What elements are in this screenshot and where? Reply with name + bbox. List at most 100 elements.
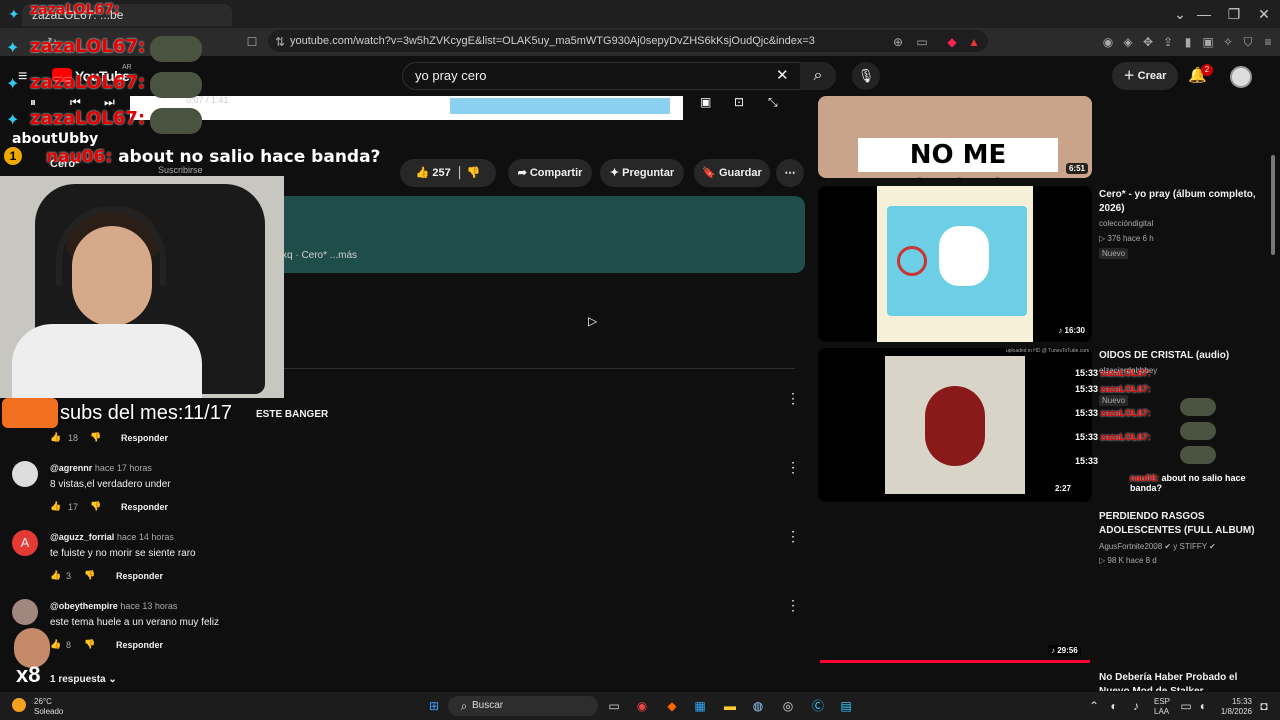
webcam-overlay xyxy=(0,176,284,398)
reply-button[interactable]: Responder xyxy=(121,433,168,443)
extension-icon[interactable]: ◈ xyxy=(1120,34,1136,50)
comment-like-icon[interactable]: 👍 xyxy=(50,432,61,443)
discord-icon[interactable]: ◐ xyxy=(1106,698,1122,714)
rewards-icon[interactable]: ▲ xyxy=(966,34,982,50)
puzzle-icon[interactable]: ✥ xyxy=(1140,34,1156,50)
brave-shield-icon[interactable]: ◆ xyxy=(944,34,960,50)
comment-menu-icon[interactable]: ⋮ xyxy=(786,528,800,545)
close-window-button[interactable]: ✕ xyxy=(1248,0,1280,28)
comment-like-icon[interactable]: 👍 xyxy=(50,501,61,512)
tray-chevron-icon[interactable]: ⌃ xyxy=(1086,698,1102,714)
minimize-button[interactable]: — xyxy=(1188,0,1220,28)
comment-handle[interactable]: @obeythempire hace 13 horas xyxy=(50,601,177,611)
app-icon[interactable]: Ⓒ xyxy=(810,698,826,714)
leo-icon[interactable]: ✧ xyxy=(1220,34,1236,50)
reply-button[interactable]: Responder xyxy=(116,571,163,581)
miniplayer-icon[interactable]: ▣ xyxy=(700,95,711,109)
cast-icon[interactable]: ▭ xyxy=(914,34,930,50)
video-title[interactable]: OIDOS DE CRISTAL (audio) xyxy=(1099,349,1259,363)
maximize-button[interactable]: ❐ xyxy=(1218,0,1250,28)
store-icon[interactable]: ▦ xyxy=(692,698,708,714)
weather-desc[interactable]: Soleado xyxy=(34,707,63,716)
avatar[interactable]: A xyxy=(12,530,38,556)
save-button[interactable]: 🔖 Guardar xyxy=(694,159,770,187)
sparkle-icon: ✦ xyxy=(6,76,20,93)
clock-time[interactable]: 15:33 xyxy=(1226,697,1252,706)
mic-tray-icon[interactable]: ♪ xyxy=(1128,698,1144,714)
badge-icon: 1 xyxy=(4,147,22,165)
scrollbar-thumb[interactable] xyxy=(1271,155,1275,255)
sidebar-icon[interactable]: ▮ xyxy=(1180,34,1196,50)
windows-start-icon[interactable]: ⊞ xyxy=(426,698,442,714)
sparkle-icon: ✦ xyxy=(609,167,620,179)
avatar[interactable] xyxy=(12,599,38,625)
notepad-icon[interactable]: ▤ xyxy=(838,698,854,714)
comment-like-icon[interactable]: 👍 xyxy=(50,570,61,581)
fullscreen-icon[interactable]: ⤡ xyxy=(768,95,778,110)
weather-icon[interactable] xyxy=(12,698,26,712)
task-view-icon[interactable]: ▭ xyxy=(606,698,622,714)
lang-indicator[interactable]: ESP xyxy=(1154,697,1170,706)
weather-temp[interactable]: 26°C xyxy=(34,697,52,706)
obs-icon[interactable]: ◎ xyxy=(780,698,796,714)
clock-date[interactable]: 1/8/2026 xyxy=(1216,707,1252,716)
video-title[interactable]: PERDIENDO RASGOS ADOLESCENTES (FULL ALBU… xyxy=(1099,510,1259,538)
video-thumbnail[interactable]: uploaded in HD @ TunesToTube.com 2:27 xyxy=(818,348,1092,502)
channel-name[interactable]: coleccióndigital xyxy=(1099,219,1153,228)
reply-button[interactable]: Responder xyxy=(121,502,168,512)
comment-handle[interactable]: @aguzz_forrial hace 14 horas xyxy=(50,532,174,542)
ask-button[interactable]: ✦ Preguntar xyxy=(600,159,684,187)
sparkle-icon: ✦ xyxy=(6,112,20,129)
comment-like-icon[interactable]: 👍 xyxy=(50,639,61,650)
comment-menu-icon[interactable]: ⋮ xyxy=(786,459,800,476)
chrome-icon[interactable]: ◉ xyxy=(634,698,650,714)
watch-progress-bar xyxy=(820,660,1090,663)
folder-icon[interactable]: ▬ xyxy=(722,698,738,714)
zoom-icon[interactable]: ⊕ xyxy=(890,34,906,50)
video-title[interactable]: No Debería Haber Probado el Nuevo Mod de… xyxy=(1099,671,1259,691)
replies-toggle[interactable]: 1 respuesta ⌄ xyxy=(50,674,117,685)
menu-icon[interactable]: ≡ xyxy=(1260,34,1276,50)
vpn-icon[interactable]: ⛉ xyxy=(1240,34,1256,50)
comment-menu-icon[interactable]: ⋮ xyxy=(786,597,800,614)
notification-center-icon[interactable]: ◘ xyxy=(1256,698,1272,714)
share-button[interactable]: ➦ Compartir xyxy=(508,159,592,187)
comment-dislike-icon[interactable]: 👎 xyxy=(90,432,101,443)
url-field[interactable]: youtube.com/watch?v=3w5hZVKcygE&list=OLA… xyxy=(268,30,988,52)
clear-search-icon[interactable]: ✕ xyxy=(776,66,789,84)
cast-icon[interactable]: ⊡ xyxy=(734,95,744,109)
avatar[interactable] xyxy=(12,461,38,487)
share-icon[interactable]: ⇪ xyxy=(1160,34,1176,50)
site-info-icon[interactable]: ⇅ xyxy=(272,34,288,50)
channel-name[interactable]: AgusFortnite2008 ✔ y STIFFY ✔ xyxy=(1099,542,1216,551)
brave-icon[interactable]: ◆ xyxy=(664,698,680,714)
wallet-icon[interactable]: ▣ xyxy=(1200,34,1216,50)
video-title[interactable]: Cero* - yo pray (álbum completo, 2026) xyxy=(1099,188,1259,216)
thumbs-down-icon[interactable]: 👎 xyxy=(467,167,481,179)
more-actions-button[interactable]: ⋯ xyxy=(776,159,804,187)
description-box[interactable] xyxy=(260,196,805,273)
mic-icon[interactable]: 🎙 xyxy=(852,62,880,90)
extension-icon[interactable]: ◉ xyxy=(1100,34,1116,50)
network-icon[interactable]: ▭ xyxy=(1178,698,1194,714)
video-thumbnail[interactable]: NO ME GUSTO 6:51 xyxy=(818,96,1092,178)
create-button[interactable]: ＋ Crear xyxy=(1112,62,1178,90)
volume-icon[interactable]: ◖ xyxy=(1194,698,1210,714)
comment-dislike-icon[interactable]: 👎 xyxy=(90,501,101,512)
like-button[interactable]: 👍 257 │ 👎 xyxy=(400,159,496,187)
search-button[interactable]: ⌕ xyxy=(800,62,836,90)
duration-badge: ♪ 16:30 xyxy=(1055,325,1088,336)
search-input[interactable]: yo pray cero xyxy=(402,62,802,90)
comment-menu-icon[interactable]: ⋮ xyxy=(786,390,800,407)
lang-layout[interactable]: LAA xyxy=(1154,707,1169,716)
comment-handle[interactable]: @agrennr hace 17 horas xyxy=(50,463,152,473)
comment-dislike-icon[interactable]: 👎 xyxy=(84,570,95,581)
video-thumbnail[interactable]: ♪ 16:30 xyxy=(818,186,1092,342)
share-icon: ➦ xyxy=(517,167,527,179)
steam-icon[interactable]: ◍ xyxy=(750,698,766,714)
description-snippet[interactable]: xq · Cero* ...más xyxy=(282,250,357,261)
reply-button[interactable]: Responder xyxy=(116,640,163,650)
bookmark-icon[interactable]: ☐ xyxy=(244,34,260,50)
comment-dislike-icon[interactable]: 👎 xyxy=(84,639,95,650)
account-avatar[interactable] xyxy=(1230,66,1252,88)
